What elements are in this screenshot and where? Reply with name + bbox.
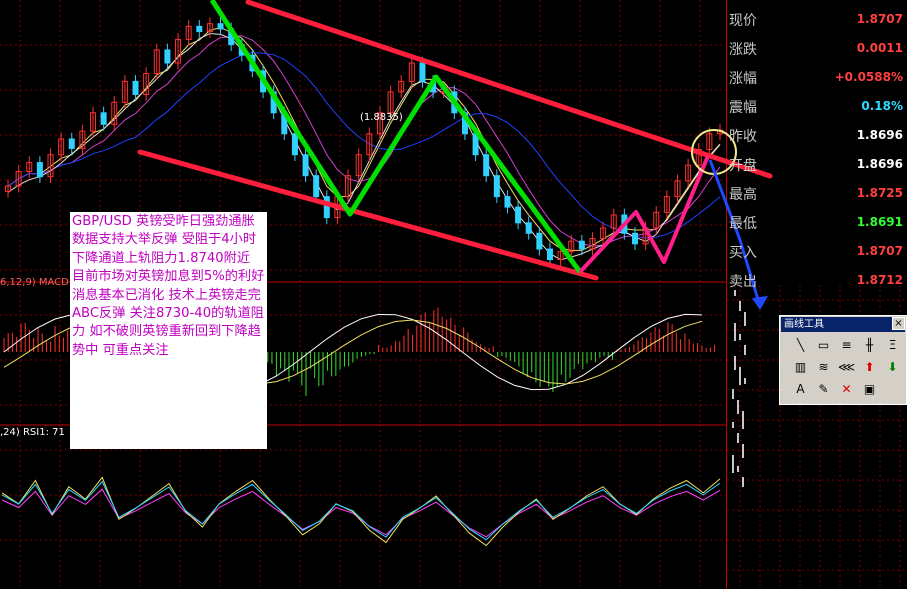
intraday-price-column (732, 290, 746, 487)
candle-body (68, 138, 75, 149)
quote-value: 1.8707 (856, 12, 903, 26)
candle-body (631, 232, 638, 245)
macd-label: 6,12,9) MACD (0, 277, 69, 288)
save-tool-icon[interactable]: ▣ (861, 381, 878, 398)
quote-value: +0.0588% (834, 70, 903, 84)
level-tool-icon[interactable]: Ξ (884, 337, 901, 354)
candle-body (504, 196, 511, 208)
analysis-note: GBP/USD 英镑受昨日强劲通胀数据支持大举反弹 受阻于4小时下降通道上轨阻力… (70, 212, 267, 449)
candle-body (313, 175, 320, 198)
candle-body (515, 206, 522, 224)
eraser-tool-icon[interactable]: ✎ (815, 381, 832, 398)
candle-body (546, 248, 553, 261)
quote-value: 0.18% (861, 99, 903, 113)
candle-body (36, 162, 43, 178)
marked-high-label: (1.8835) (360, 112, 403, 123)
up-arrow-tool-icon[interactable]: ⬆ (861, 359, 878, 376)
candle-body (536, 232, 543, 250)
quote-label: 买入 (729, 245, 757, 261)
cycle-tool-icon[interactable]: ≋ (815, 359, 832, 376)
quote-value: 1.8725 (856, 186, 903, 200)
fan-tool-icon[interactable]: ⋘ (838, 359, 855, 376)
candle-body (302, 154, 309, 177)
candle-body (419, 62, 426, 82)
quote-value: 0.0011 (856, 41, 903, 55)
delete-tool-icon[interactable]: ✕ (838, 381, 855, 398)
quote-label: 最低 (729, 216, 757, 232)
quote-label: 卖出 (729, 274, 757, 290)
line-tool-icon[interactable]: ╲ (792, 337, 809, 354)
quote-label: 涨幅 (729, 71, 757, 87)
recent-wave-path (578, 155, 710, 274)
drawing-toolbox[interactable]: 画线工具 × ╲ ▭ ≡ ╫ Ξ ▥ ≋ ⋘ ⬆ ⬇ A ✎ ✕ ▣ (779, 315, 907, 405)
toolbox-title[interactable]: 画线工具 (781, 317, 905, 332)
rsi-indicator (1, 476, 721, 547)
forecast-arrow-head (752, 296, 768, 310)
down-arrow-tool-icon[interactable]: ⬇ (884, 359, 901, 376)
candle-body (217, 23, 224, 30)
quote-label: 震幅 (729, 100, 757, 116)
quote-label: 现价 (729, 13, 757, 29)
candle-body (578, 240, 585, 250)
candle-body (291, 133, 298, 156)
candle-body (483, 154, 490, 177)
candle-body (323, 196, 330, 219)
candle-body (100, 112, 107, 125)
candle-body (132, 80, 139, 95)
quote-value: 1.8707 (856, 244, 903, 258)
parallel-tool-icon[interactable]: ≡ (838, 337, 855, 354)
quote-value: 1.8696 (856, 128, 903, 142)
candle-body (525, 222, 532, 234)
ma-line-blue (7, 51, 721, 239)
rsi2-line (1, 480, 721, 541)
gann-tool-icon[interactable]: ╫ (861, 337, 878, 354)
candle-body (196, 25, 203, 33)
quote-label: 最高 (729, 187, 757, 203)
abc-wave-path (209, 0, 583, 274)
candle-body (493, 175, 500, 198)
quote-value: 1.8691 (856, 215, 903, 229)
rsi1-line (1, 476, 721, 547)
rsi-label: ,24) RSI1: 71 (0, 427, 65, 438)
quote-label: 涨跌 (729, 42, 757, 58)
quote-label: 昨收 (729, 129, 757, 145)
fib-time-icon[interactable]: ▥ (792, 359, 809, 376)
quote-label: 开盘 (729, 158, 757, 174)
quote-value: 1.8696 (856, 157, 903, 171)
rect-tool-icon[interactable]: ▭ (815, 337, 832, 354)
toolbox-close-button[interactable]: × (892, 317, 905, 330)
quote-value: 1.8712 (856, 273, 903, 287)
text-tool-icon[interactable]: A (792, 381, 809, 398)
candle-body (164, 49, 171, 64)
